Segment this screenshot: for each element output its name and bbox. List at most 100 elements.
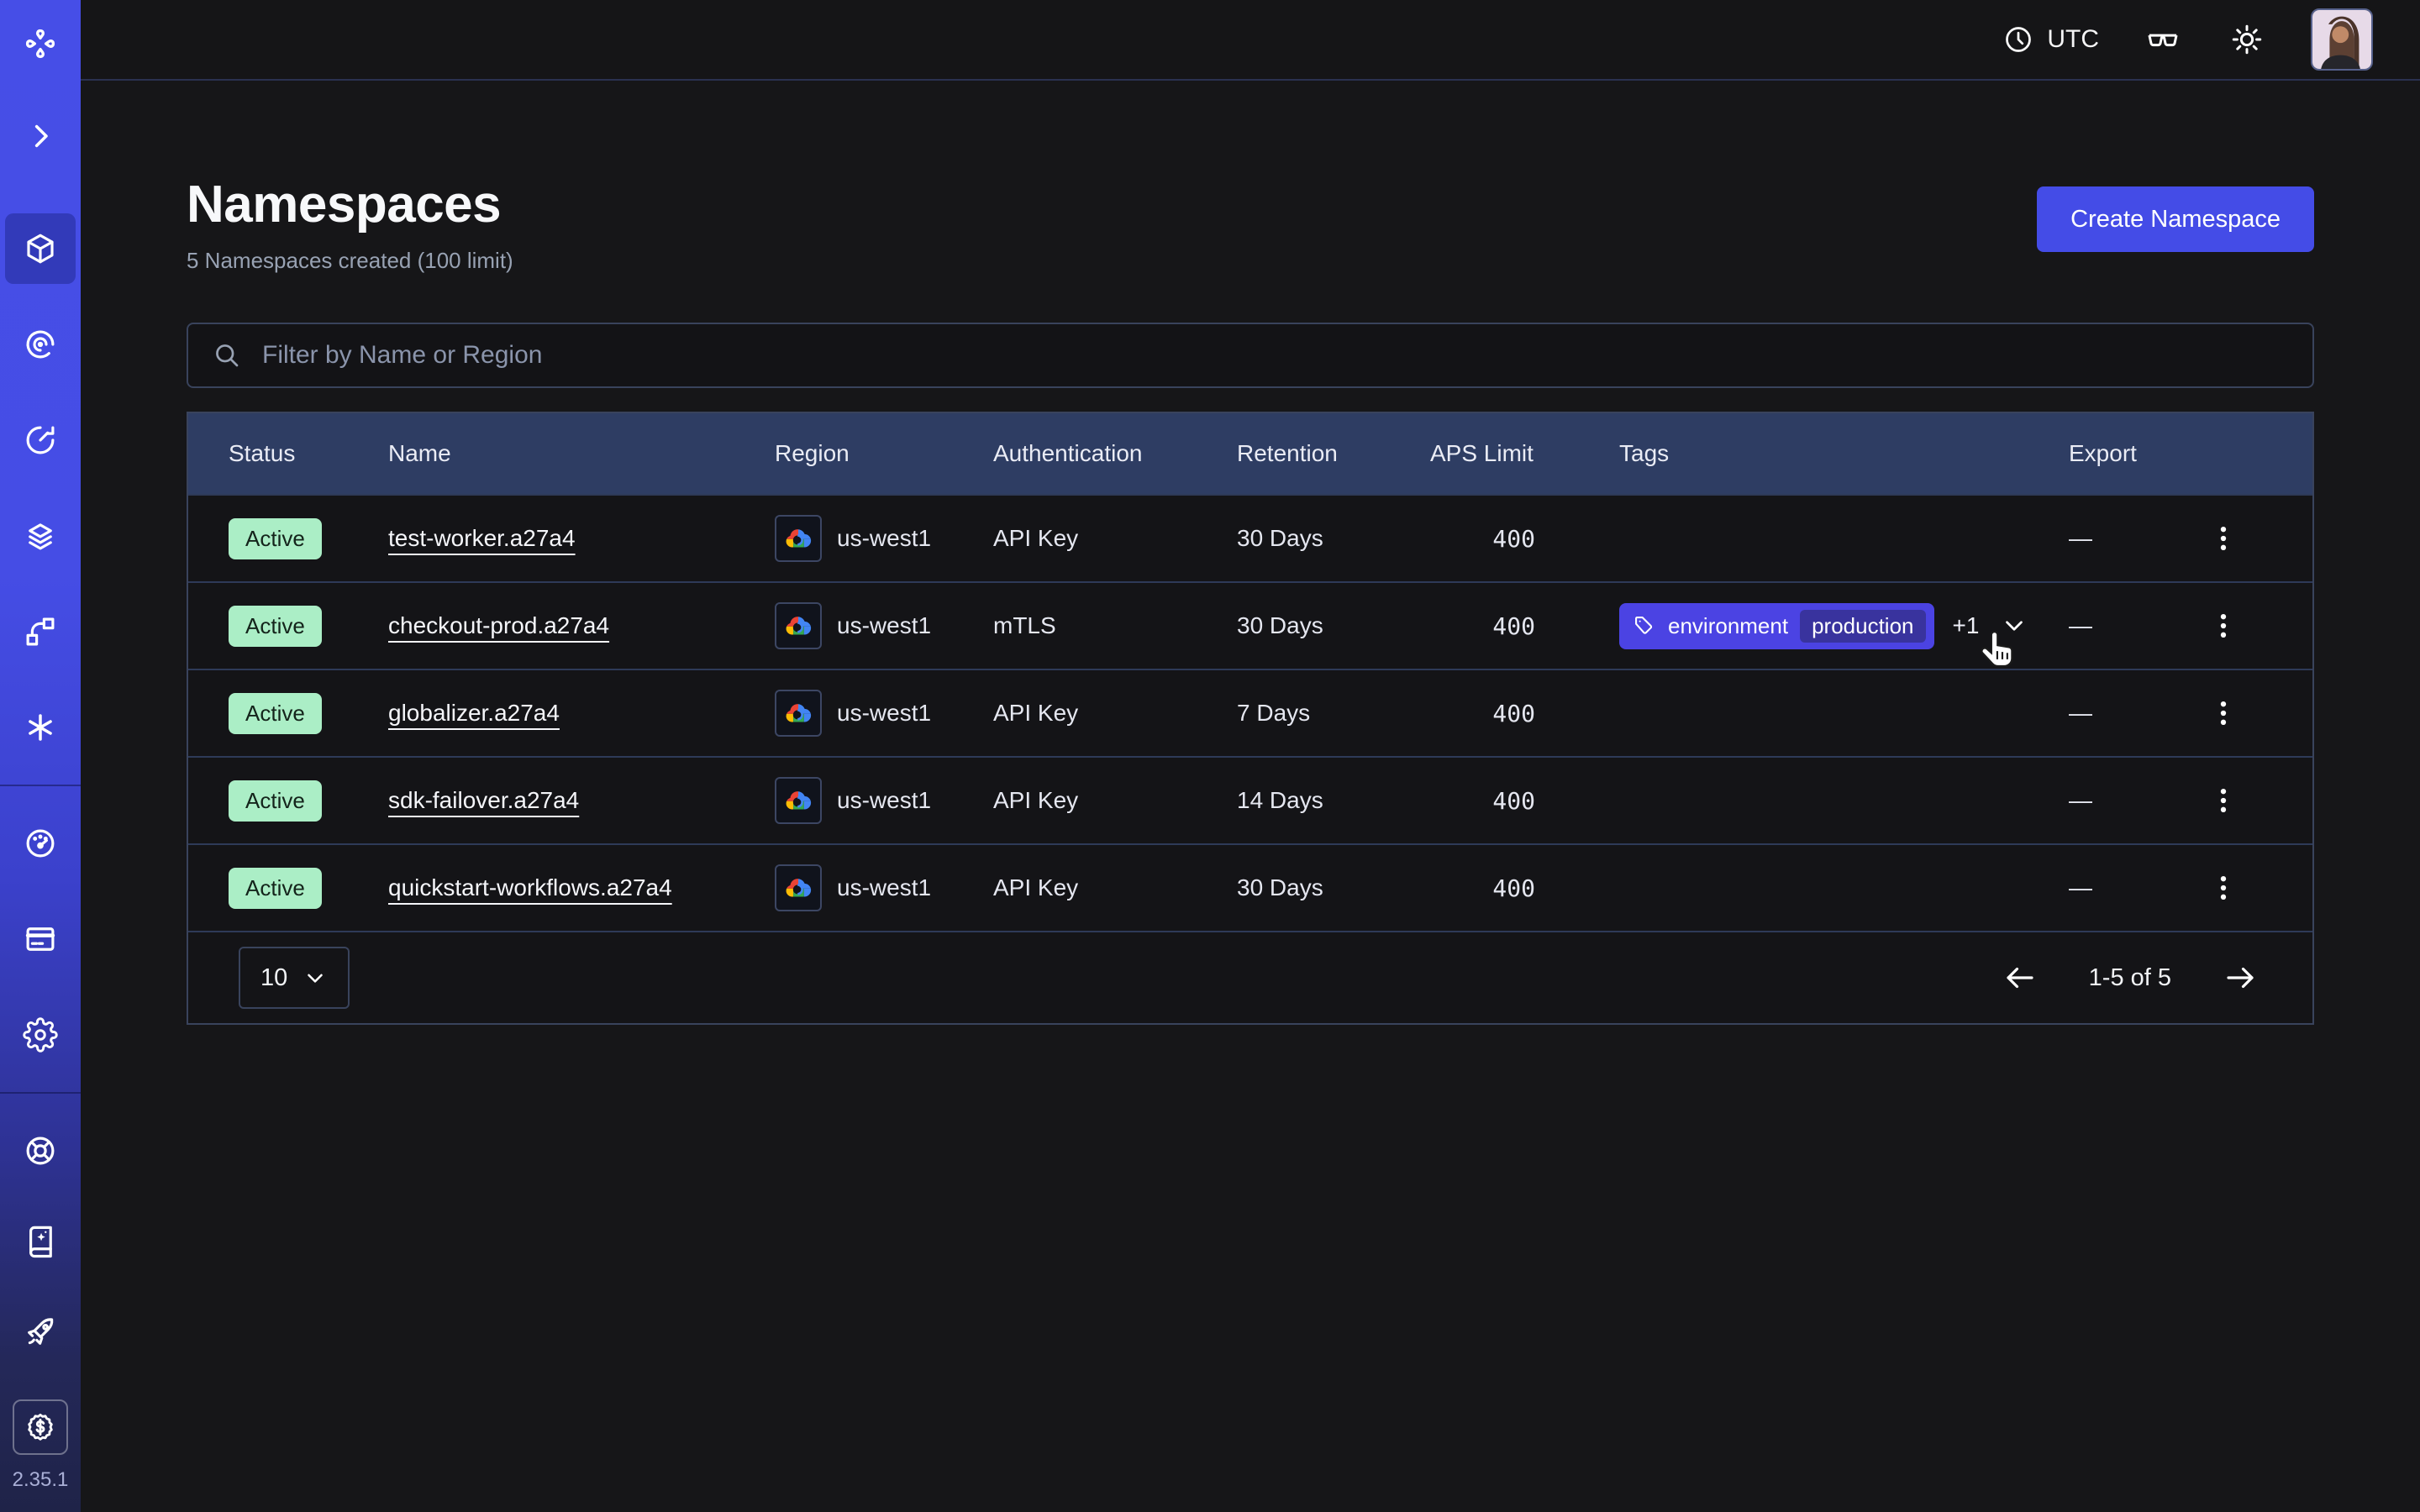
aps-limit-cell: 400 <box>1430 874 1535 902</box>
auth-cell: API Key <box>993 874 1237 901</box>
col-header-aps-limit: APS Limit <box>1430 440 1535 467</box>
chevron-down-icon <box>302 965 328 990</box>
timezone-selector[interactable]: UTC <box>2003 24 2099 55</box>
namespace-link[interactable]: test-worker.a27a4 <box>388 525 576 552</box>
gcp-cloud-icon <box>775 690 822 737</box>
auth-cell: API Key <box>993 700 1237 727</box>
page-size-value: 10 <box>260 964 287 992</box>
col-header-status: Status <box>229 440 388 467</box>
region-cell: us-west1 <box>775 515 993 562</box>
kebab-icon <box>2207 609 2240 643</box>
auth-cell: API Key <box>993 787 1237 814</box>
tag-group: environment production +1 <box>1619 603 2031 649</box>
retention-cell: 30 Days <box>1237 612 1430 639</box>
sidebar-divider <box>0 785 81 786</box>
user-avatar[interactable] <box>2311 8 2373 71</box>
sidebar-item-nexus[interactable] <box>5 596 76 667</box>
table-header: Status Name Region Authentication Retent… <box>188 413 2312 494</box>
row-menu-button[interactable] <box>2203 518 2244 559</box>
theme-toggle-button[interactable] <box>2227 19 2267 60</box>
clock-icon <box>2003 24 2033 55</box>
col-header-retention: Retention <box>1237 440 1430 467</box>
create-namespace-button[interactable]: Create Namespace <box>2037 186 2314 252</box>
sidebar-item-deployments[interactable] <box>5 501 76 571</box>
page-title: Namespaces <box>187 175 513 234</box>
app-version: 2.35.1 <box>13 1468 69 1492</box>
export-cell: — <box>2069 700 2203 727</box>
row-menu-button[interactable] <box>2203 606 2244 646</box>
table-body: Active test-worker.a27a4 us-w <box>188 494 2312 931</box>
sidebar-expand-button[interactable] <box>5 101 76 171</box>
sidebar-item-batch-operations[interactable] <box>5 692 76 763</box>
sidebar-item-namespaces[interactable] <box>5 213 76 284</box>
sidebar: 2.35.1 <box>0 0 81 1512</box>
row-menu-button[interactable] <box>2203 780 2244 821</box>
sidebar-item-getting-started[interactable] <box>5 1297 76 1368</box>
accessibility-glasses-button[interactable] <box>2143 19 2183 60</box>
kebab-icon <box>2207 696 2240 730</box>
temporal-logo-icon[interactable] <box>5 8 76 79</box>
kebab-icon <box>2207 784 2240 817</box>
region-cell: us-west1 <box>775 777 993 824</box>
sidebar-item-usage[interactable] <box>5 808 76 879</box>
table-row: Active globalizer.a27a4 us-we <box>188 669 2312 756</box>
namespace-link[interactable]: sdk-failover.a27a4 <box>388 787 579 814</box>
retention-cell: 7 Days <box>1237 700 1430 727</box>
auth-cell: API Key <box>993 525 1237 552</box>
kebab-icon <box>2207 871 2240 905</box>
region-label: us-west1 <box>837 874 931 901</box>
page-subtitle: 5 Namespaces created (100 limit) <box>187 248 513 274</box>
retention-cell: 14 Days <box>1237 787 1430 814</box>
region-label: us-west1 <box>837 787 931 814</box>
gcp-cloud-icon <box>775 864 822 911</box>
tag-key: environment <box>1668 613 1788 639</box>
col-header-export: Export <box>2069 440 2203 467</box>
tag-expand-chevron[interactable] <box>1997 609 2031 643</box>
tag-more-count[interactable]: +1 <box>1953 612 1980 639</box>
row-menu-button[interactable] <box>2203 868 2244 908</box>
app-window: 2.35.1 UTC <box>0 0 2420 1512</box>
export-cell: — <box>2069 612 2203 639</box>
namespaces-table: Status Name Region Authentication Retent… <box>187 412 2314 1025</box>
plan-badge-button[interactable] <box>13 1399 68 1455</box>
region-label: us-west1 <box>837 612 931 639</box>
auth-cell: mTLS <box>993 612 1237 639</box>
filter-input[interactable] <box>187 323 2314 388</box>
sidebar-item-settings[interactable] <box>5 1000 76 1070</box>
kebab-icon <box>2207 522 2240 555</box>
sidebar-item-workflows[interactable] <box>5 309 76 380</box>
namespace-link[interactable]: quickstart-workflows.a27a4 <box>388 874 672 901</box>
namespace-link[interactable]: checkout-prod.a27a4 <box>388 612 609 639</box>
status-badge: Active <box>229 780 322 822</box>
tags-cell: environment production +1 <box>1535 603 2069 649</box>
region-cell: us-west1 <box>775 602 993 649</box>
status-badge: Active <box>229 518 322 559</box>
col-header-name: Name <box>388 440 775 467</box>
sidebar-item-billing[interactable] <box>5 904 76 974</box>
tag-value: production <box>1800 610 1925 643</box>
table-footer: 10 1-5 of 5 <box>188 931 2312 1023</box>
status-badge: Active <box>229 606 322 647</box>
namespace-link[interactable]: globalizer.a27a4 <box>388 700 560 727</box>
retention-cell: 30 Days <box>1237 874 1430 901</box>
next-page-button[interactable] <box>2218 956 2262 1000</box>
sun-icon <box>2229 22 2265 57</box>
tag-chip[interactable]: environment production <box>1619 603 1934 649</box>
table-row: Active test-worker.a27a4 us-w <box>188 494 2312 581</box>
export-cell: — <box>2069 787 2203 814</box>
status-badge: Active <box>229 868 322 909</box>
sidebar-item-docs[interactable] <box>5 1206 76 1277</box>
col-header-tags: Tags <box>1535 440 2069 467</box>
region-label: us-west1 <box>837 525 931 552</box>
export-cell: — <box>2069 525 2203 552</box>
aps-limit-cell: 400 <box>1430 612 1535 640</box>
prev-page-button[interactable] <box>1998 956 2042 1000</box>
sidebar-divider <box>0 1092 81 1094</box>
export-cell: — <box>2069 874 2203 901</box>
page-size-select[interactable]: 10 <box>239 947 350 1009</box>
topbar: UTC <box>81 0 2420 81</box>
sidebar-item-support[interactable] <box>5 1116 76 1186</box>
row-menu-button[interactable] <box>2203 693 2244 733</box>
table-row: Active checkout-prod.a27a4 us <box>188 581 2312 669</box>
sidebar-item-schedules[interactable] <box>5 405 76 475</box>
